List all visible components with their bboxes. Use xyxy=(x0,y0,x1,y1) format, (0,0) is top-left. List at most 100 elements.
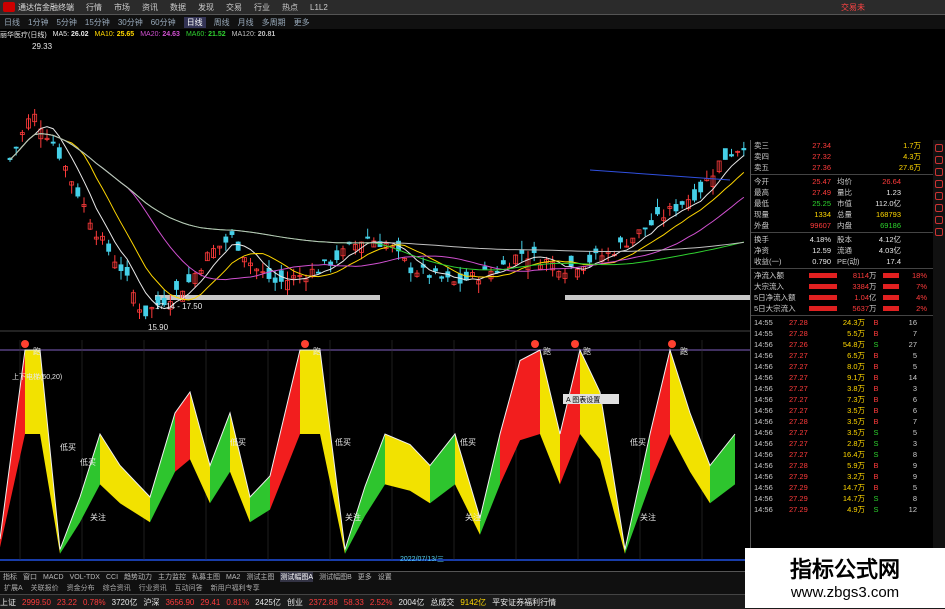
tab-test-a[interactable]: 测试幅图A xyxy=(280,572,314,582)
stat-value: 0.790 xyxy=(812,257,831,266)
indicator-band xyxy=(120,465,150,523)
stat-label: 最高 xyxy=(754,188,769,197)
indicator-band xyxy=(25,350,40,434)
index-amount: 3720亿 xyxy=(111,597,138,607)
stat-row: 换手 4.18% 股本 4.12亿 xyxy=(751,234,945,245)
candle-body xyxy=(223,236,229,243)
side-tool-icon[interactable] xyxy=(935,180,943,188)
tick-price: 27.27 xyxy=(789,406,808,415)
tab-macd[interactable]: MACD xyxy=(43,574,64,581)
tick-time: 14:56 xyxy=(754,450,773,459)
broker-name[interactable]: 平安证券福利行情 xyxy=(492,597,556,608)
indicator-band xyxy=(430,434,455,504)
candle-body xyxy=(648,220,654,226)
link-fund[interactable]: 资金分布 xyxy=(67,583,95,593)
link-related[interactable]: 关联报价 xyxy=(31,583,59,593)
tab-settings[interactable]: 设置 xyxy=(378,572,392,582)
link-ext[interactable]: 扩展A xyxy=(4,583,23,593)
order-qty: 4.3万 xyxy=(903,152,921,161)
period-more[interactable]: 更多 xyxy=(294,17,310,28)
tick-price: 27.27 xyxy=(789,373,808,382)
tab-test-main[interactable]: 测试主图 xyxy=(246,572,274,582)
side-tool-icon[interactable] xyxy=(935,168,943,176)
tick-time: 14:56 xyxy=(754,483,773,492)
period-15min[interactable]: 15分钟 xyxy=(85,17,110,28)
tab-window[interactable]: 窗口 xyxy=(23,572,37,582)
link-qa[interactable]: 互动问答 xyxy=(175,583,203,593)
menu-item-trade[interactable]: 交易 xyxy=(226,2,242,13)
index-name[interactable]: 创业 xyxy=(287,597,303,608)
tick-side: B xyxy=(873,483,879,492)
period-multi[interactable]: 多周期 xyxy=(262,17,286,28)
side-tool-icon[interactable] xyxy=(935,144,943,152)
period-month[interactable]: 月线 xyxy=(238,17,254,28)
tick-price: 27.29 xyxy=(789,505,808,514)
stat-value: 4.03亿 xyxy=(878,246,901,255)
menu-item-industry[interactable]: 行业 xyxy=(254,2,270,13)
tick-price: 27.27 xyxy=(789,395,808,404)
menu-item-hot[interactable]: 热点 xyxy=(282,2,298,13)
flow-unit: 万 xyxy=(869,282,877,291)
side-tool-icon[interactable] xyxy=(935,156,943,164)
tick-price: 27.29 xyxy=(789,494,808,503)
chart-area[interactable]: 跑跑跑跑跑低买低买低买 低买 低买 低买关注 关注 关注 关注 29.33 15.90 17… xyxy=(0,40,750,571)
candle-body xyxy=(673,204,679,212)
tab-test-b[interactable]: 测试幅图B xyxy=(319,572,352,582)
tick-time: 14:56 xyxy=(754,384,773,393)
tick-count: 14 xyxy=(908,373,917,382)
tick-row: 14:56 27.27 7.3万 B 6 xyxy=(751,394,945,405)
side-tool-icon[interactable] xyxy=(935,192,943,200)
divider xyxy=(751,268,945,269)
tick-volume: 3.5万 xyxy=(847,406,865,415)
support-band xyxy=(155,295,380,300)
tick-count: 27 xyxy=(908,340,917,349)
tab-private[interactable]: 私募主图 xyxy=(192,572,220,582)
period-week[interactable]: 周线 xyxy=(214,17,230,28)
quote-panel: 卖三 27.34 1.7万 卖四 27.32 4.3万 卖五 27.36 27.6万 今开 2… xyxy=(750,140,945,580)
index-name[interactable]: 沪深 xyxy=(143,597,159,608)
period-60min[interactable]: 60分钟 xyxy=(151,17,176,28)
tick-price: 27.27 xyxy=(789,428,808,437)
indicator-band xyxy=(100,434,120,504)
tab-indicator[interactable]: 指标 xyxy=(3,572,17,582)
period-5min[interactable]: 5分钟 xyxy=(56,17,76,28)
period-30min[interactable]: 30分钟 xyxy=(118,17,143,28)
tab-vol[interactable]: VOL-TDX xyxy=(70,574,100,581)
period-1min[interactable]: 1分钟 xyxy=(28,17,48,28)
candle-body xyxy=(593,248,599,254)
period-day[interactable]: 日线 xyxy=(183,16,206,28)
tick-side: B xyxy=(873,373,879,382)
menu-item-quotes[interactable]: 行情 xyxy=(86,2,102,13)
menu-item-market[interactable]: 市场 xyxy=(114,2,130,13)
link-industry[interactable]: 行业资讯 xyxy=(139,583,167,593)
stat-label: 净资 xyxy=(754,246,769,255)
buy-low-label: 低买 xyxy=(230,437,246,447)
period-daily-icon[interactable]: 日线 xyxy=(4,17,20,28)
tick-side: B xyxy=(873,318,879,327)
menu-item-news[interactable]: 资讯 xyxy=(142,2,158,13)
tab-trend[interactable]: 趋势动力 xyxy=(124,572,152,582)
link-welfare[interactable]: 新用户福利专享 xyxy=(211,583,260,593)
tab-main-monitor[interactable]: 主力监控 xyxy=(158,572,186,582)
buy-low-label: 低买 xyxy=(335,437,351,447)
side-tool-icon[interactable] xyxy=(935,228,943,236)
tick-list[interactable]: 14:55 27.28 24.3万 B 16 14:55 27.28 5.5万 B 7 14:56 2… xyxy=(751,317,945,515)
index-pct: 0.78% xyxy=(82,597,106,607)
tab-more[interactable]: 更多 xyxy=(358,572,372,582)
tick-count: 5 xyxy=(912,483,917,492)
tick-volume: 5.5万 xyxy=(847,329,865,338)
trade-status[interactable]: 交易未 xyxy=(841,2,865,13)
menu-item-l1l2[interactable]: L1L2 xyxy=(310,3,328,12)
indicator-band xyxy=(480,434,500,535)
side-tool-icon[interactable] xyxy=(935,204,943,212)
tab-ma2[interactable]: MA2 xyxy=(226,574,240,581)
tick-count: 3 xyxy=(912,439,917,448)
menu-item-data[interactable]: 数据 xyxy=(170,2,186,13)
order-row: 卖三 27.34 1.7万 xyxy=(751,140,945,151)
title-bar: 通达信金融终端 行情 市场 资讯 数据 发现 交易 行业 热点 L1L2 交易未 xyxy=(0,0,945,15)
index-name[interactable]: 上证 xyxy=(0,597,16,608)
side-tool-icon[interactable] xyxy=(935,216,943,224)
link-news[interactable]: 综合资讯 xyxy=(103,583,131,593)
menu-item-discover[interactable]: 发现 xyxy=(198,2,214,13)
tab-cci[interactable]: CCI xyxy=(106,574,118,581)
